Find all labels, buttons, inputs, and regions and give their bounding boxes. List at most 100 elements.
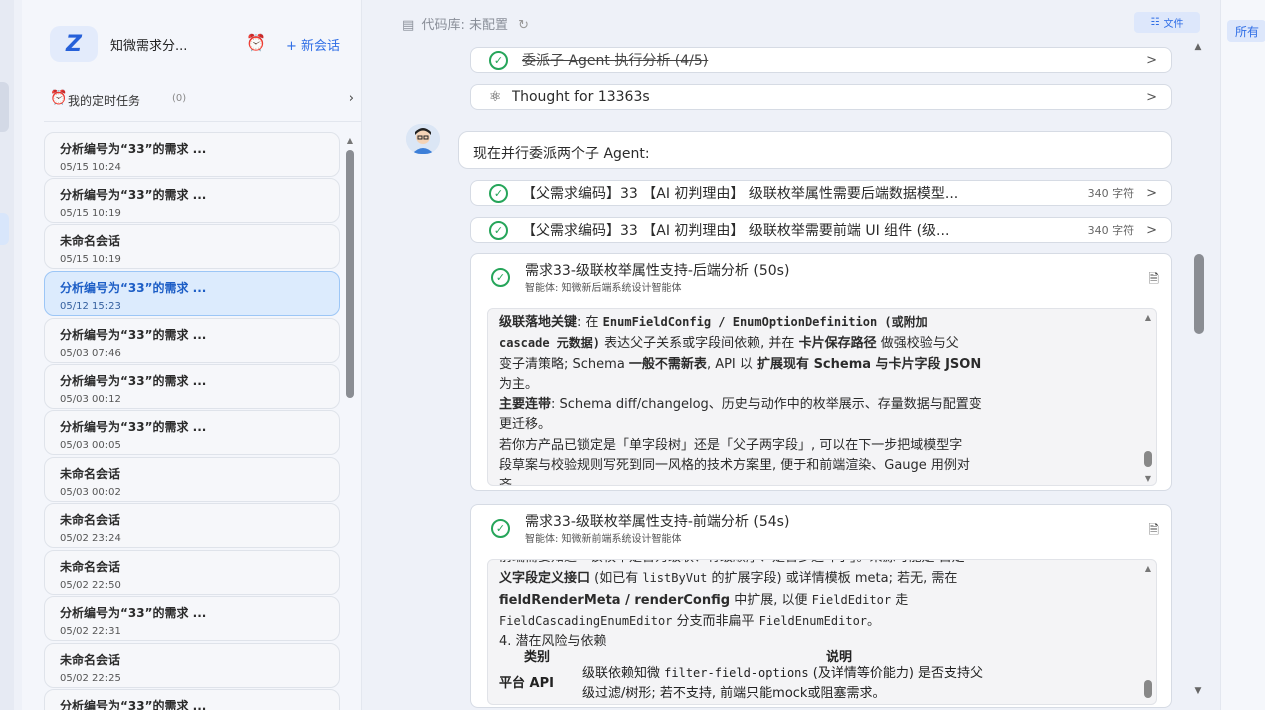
conversation-date: 05/15 10:24 <box>60 162 121 173</box>
conversation-title: 未命名会话 <box>60 513 121 527</box>
conversation-item[interactable]: 分析编号为“33”的需求 ... 05/15 10:19 <box>44 178 340 223</box>
document-icon[interactable]: 🗎 <box>1149 270 1159 292</box>
conversation-item[interactable]: 未命名会话 05/02 22:25 <box>44 643 340 688</box>
conversation-item[interactable]: 未命名会话 05/03 00:02 <box>44 457 340 502</box>
text: 更迁移。 <box>499 417 552 433</box>
schedule-icon[interactable]: ⏰ <box>246 33 266 52</box>
text: 为主。 <box>499 376 539 392</box>
text: 段草案与校验规则写死到同一风格的技术方案里, 便于和前端渲染、Gauge 用例对 <box>499 458 970 474</box>
main-scrollbar[interactable]: ▲ ▼ <box>1190 42 1206 696</box>
card-content: 前端需要知道「该枚举是否为级联、有级顺序、是否多选叶子」。来源可能是 自定 义字… <box>487 559 1157 705</box>
conversation-title: 未命名会话 <box>60 560 121 574</box>
conversation-item[interactable]: 未命名会话 05/15 10:19 <box>44 224 340 269</box>
scrollbar-thumb[interactable] <box>1144 680 1152 698</box>
scroll-up-icon[interactable]: ▲ <box>344 136 356 145</box>
scheduled-tasks-row[interactable]: ⏰ 我的定时任务 (0) › <box>50 90 354 110</box>
subtask-label: 【父需求编码】33 【AI 初判理由】 级联枚举属性需要后端数据模型... <box>522 186 959 202</box>
text: (如已有 <box>590 571 643 587</box>
scrollbar-thumb[interactable] <box>346 150 354 398</box>
conversation-date: 05/02 22:31 <box>60 626 121 637</box>
check-icon: ✓ <box>491 519 510 538</box>
user-avatar <box>406 124 440 154</box>
document-icon[interactable]: 🗎 <box>1149 521 1159 543</box>
sidebar-scrollbar[interactable]: ▲ <box>344 136 356 406</box>
card-scrollbar[interactable]: ▲ ▼ <box>1142 313 1154 483</box>
sidebar: Z 知微需求分... ⏰ + 新会话 ⏰ 我的定时任务 (0) › 分析编号为“… <box>22 0 362 710</box>
file-button-label: 文件 <box>1163 19 1184 30</box>
code-text: filter-field-options <box>664 666 809 680</box>
assistant-message: 现在并行委派两个子 Agent: <box>458 131 1172 169</box>
repo-bar: ▤ 代码库: 未配置 ↻ <box>402 14 1202 33</box>
table-cell-category: 平台 API <box>499 676 554 691</box>
subtask-item[interactable]: ✓ 【父需求编码】33 【AI 初判理由】 级联枚举需要前端 UI 组件 (级.… <box>470 217 1172 243</box>
card-title: 需求33-级联枚举属性支持-前端分析 (54s) <box>525 514 790 530</box>
scroll-down-icon[interactable]: ▼ <box>1142 474 1154 483</box>
text: 中扩展, 以便 <box>730 592 812 608</box>
conversation-item[interactable]: 分析编号为“33”的需求 ... 05/03 00:05 <box>44 410 340 455</box>
logo-glyph: Z <box>66 31 82 57</box>
check-icon: ✓ <box>489 50 508 70</box>
card-content: 级联落地关键: 在 EnumFieldConfig / EnumOptionDe… <box>487 308 1157 486</box>
card-scrollbar[interactable]: ▲ <box>1142 564 1154 702</box>
frontend-analysis-card: ✓ 需求33-级联枚举属性支持-前端分析 (54s) 智能体: 知微新前端系统设… <box>470 504 1172 708</box>
check-icon: ✓ <box>491 268 510 287</box>
delegate-step[interactable]: ✓ 委派子 Agent 执行分析 (4/5) > <box>470 47 1172 73</box>
repo-icon: ▤ <box>402 18 415 33</box>
conversation-item[interactable]: 未命名会话 05/02 22:50 <box>44 550 340 595</box>
left-edge-strip <box>0 0 14 710</box>
file-button[interactable]: ☷ 文件 <box>1134 12 1200 33</box>
text: 做强校验与父 <box>876 336 959 352</box>
app-logo: Z <box>50 26 98 62</box>
conversation-date: 05/02 23:24 <box>60 533 121 544</box>
scroll-up-icon[interactable]: ▲ <box>1142 313 1154 322</box>
card-agent: 智能体: 知微新后端系统设计智能体 <box>525 283 682 294</box>
conversation-title: 分析编号为“33”的需求 ... <box>60 142 207 156</box>
scroll-up-icon[interactable]: ▲ <box>1190 42 1206 52</box>
repo-status: 代码库: 未配置 <box>421 18 508 33</box>
conversation-date: 05/03 00:02 <box>60 487 121 498</box>
card-header[interactable]: ✓ 需求33-级联枚举属性支持-前端分析 (54s) 智能体: 知微新前端系统设… <box>489 511 1159 545</box>
conversation-date: 05/03 07:46 <box>60 348 121 359</box>
chevron-right-icon: > <box>1146 222 1157 238</box>
conversation-title: 未命名会话 <box>60 467 121 481</box>
text-bold: 扩展现有 Schema 与卡片字段 JSON <box>757 356 982 372</box>
code-text: listByVut <box>642 571 708 586</box>
card-agent: 智能体: 知微新前端系统设计智能体 <box>525 534 682 545</box>
conversation-item[interactable]: 分析编号为“33”的需求 ... 05/03 07:46 <box>44 318 340 363</box>
card-header[interactable]: ✓ 需求33-级联枚举属性支持-后端分析 (50s) 智能体: 知微新后端系统设… <box>489 260 1159 294</box>
refresh-icon[interactable]: ↻ <box>518 18 529 33</box>
thought-step[interactable]: ⚛ Thought for 13363s > <box>470 84 1172 110</box>
text-bold: 卡片保存路径 <box>798 336 877 352</box>
conversation-item[interactable]: 分析编号为“33”的需求 ... 05/03 00:12 <box>44 364 340 409</box>
conversation-item[interactable]: 未命名会话 05/02 23:24 <box>44 503 340 548</box>
text: : 在 <box>577 315 603 330</box>
text: 。 <box>867 613 881 629</box>
code-text: cascade 元数据) <box>499 336 601 351</box>
filter-all-button[interactable]: 所有 <box>1227 20 1265 42</box>
conversation-item[interactable]: 分析编号为“33”的需求 ... <box>44 689 340 710</box>
conversation-item[interactable]: 分析编号为“33”的需求 ... 05/02 22:31 <box>44 596 340 641</box>
table-cell-description: 级联依赖知微 filter-field-options (及详情等价能力) 是否… <box>582 663 983 704</box>
scrollbar-thumb[interactable] <box>1194 254 1204 334</box>
text: 级过滤/树形; 若不支持, 前端只能mock或阻塞需求。 <box>582 686 886 701</box>
scroll-down-icon[interactable]: ▼ <box>1190 686 1206 696</box>
edge-tab-active[interactable] <box>0 213 9 245</box>
step-label: Thought for 13363s <box>511 89 650 105</box>
subtask-label: 【父需求编码】33 【AI 初判理由】 级联枚举需要前端 UI 组件 (级... <box>522 223 950 239</box>
code-text: FieldCascadingEnumEditor <box>499 613 673 628</box>
conversation-item[interactable]: 分析编号为“33”的需求 ... 05/15 10:24 <box>44 132 340 177</box>
text: : Schema diff/changelog、历史与动作中的枚举展示、存量数据… <box>551 397 982 413</box>
code-text: FieldEnumEditor <box>758 613 868 628</box>
scroll-up-icon[interactable]: ▲ <box>1142 564 1154 573</box>
scrollbar-thumb[interactable] <box>1144 451 1152 467</box>
conversation-item-active[interactable]: 分析编号为“33”的需求 ... 05/12 15:23 <box>44 271 340 316</box>
text: 前端需要知道「该枚举是否为级联、有级顺序、是否多选叶子」。来源可能是 自定 <box>499 560 1129 568</box>
right-panel: 所有 <box>1220 0 1265 710</box>
new-chat-button[interactable]: + 新会话 <box>286 35 340 54</box>
subtask-item[interactable]: ✓ 【父需求编码】33 【AI 初判理由】 级联枚举属性需要后端数据模型... … <box>470 180 1172 206</box>
file-tree-icon: ☷ <box>1150 17 1160 28</box>
check-icon: ✓ <box>489 220 508 240</box>
card-text: 级联落地关键: 在 EnumFieldConfig / EnumOptionDe… <box>499 312 1129 485</box>
char-count: 340 字符 <box>1087 224 1135 237</box>
edge-tab[interactable] <box>0 82 9 132</box>
